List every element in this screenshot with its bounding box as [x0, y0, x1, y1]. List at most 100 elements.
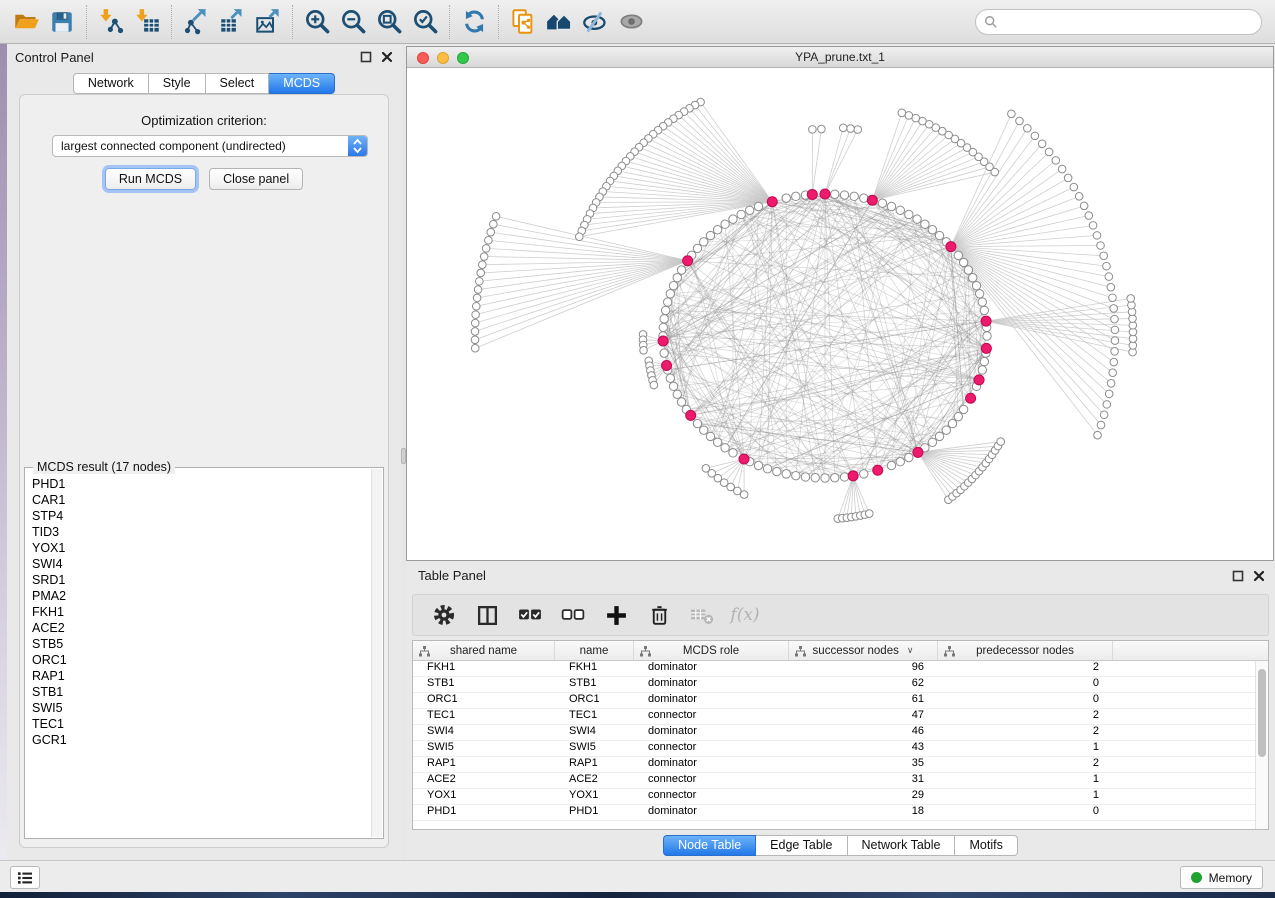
table-row[interactable]: ACE2ACE2connector311: [413, 773, 1268, 789]
tab-style[interactable]: Style: [149, 73, 206, 94]
run-mcds-button[interactable]: Run MCDS: [105, 168, 196, 190]
table-row[interactable]: RAP1RAP1dominator352: [413, 757, 1268, 773]
column-header-successor-nodes[interactable]: successor nodes∨: [789, 641, 938, 660]
zoom-fit-icon[interactable]: [371, 6, 407, 38]
column-header-predecessor-nodes[interactable]: predecessor nodes: [938, 641, 1113, 660]
export-network-icon[interactable]: [178, 6, 214, 38]
list-item[interactable]: SWI4: [32, 556, 371, 572]
list-item[interactable]: STP4: [32, 508, 371, 524]
table-row[interactable]: STB1STB1dominator620: [413, 677, 1268, 693]
close-window-icon[interactable]: [417, 52, 429, 64]
zoom-out-icon[interactable]: [335, 6, 371, 38]
optimization-criterion-select[interactable]: largest connected component (undirected): [52, 135, 368, 157]
float-table-panel-icon[interactable]: [1232, 570, 1244, 582]
list-item[interactable]: ACE2: [32, 620, 371, 636]
network-window-titlebar[interactable]: YPA_prune.txt_1: [407, 47, 1273, 68]
list-item[interactable]: RAP1: [32, 668, 371, 684]
desktop-wallpaper-bottom: [0, 892, 1275, 898]
result-scrollbar[interactable]: [371, 469, 382, 837]
show-all-icon[interactable]: [613, 6, 649, 38]
close-table-panel-icon[interactable]: [1253, 570, 1265, 582]
tab-node-table[interactable]: Node Table: [663, 835, 756, 856]
memory-button[interactable]: Memory: [1180, 866, 1263, 889]
list-item[interactable]: STB1: [32, 684, 371, 700]
function-builder-icon[interactable]: f(x): [732, 602, 758, 628]
task-history-button[interactable]: [10, 866, 40, 889]
list-item[interactable]: ORC1: [32, 652, 371, 668]
network-graph-canvas[interactable]: [407, 68, 1273, 560]
delete-column-icon[interactable]: [646, 602, 672, 628]
table-row[interactable]: SWI4SWI4dominator462: [413, 725, 1268, 741]
list-item[interactable]: YOX1: [32, 540, 371, 556]
list-item[interactable]: PMA2: [32, 588, 371, 604]
hide-selected-icon[interactable]: [577, 6, 613, 38]
table-row[interactable]: PHD1PHD1dominator180: [413, 805, 1268, 821]
main-toolbar: [0, 0, 1275, 44]
desktop-wallpaper-left: [0, 44, 7, 892]
list-item[interactable]: TID3: [32, 524, 371, 540]
column-header-name[interactable]: name: [555, 641, 634, 660]
search-input[interactable]: [975, 9, 1262, 35]
open-file-icon[interactable]: [8, 6, 44, 38]
tab-network-table[interactable]: Network Table: [848, 835, 956, 856]
close-panel-icon[interactable]: [381, 51, 393, 63]
table-scrollbar[interactable]: [1255, 661, 1268, 829]
memory-label: Memory: [1209, 871, 1252, 885]
delete-table-icon[interactable]: [689, 602, 715, 628]
create-column-icon[interactable]: [603, 602, 629, 628]
clone-network-icon[interactable]: [505, 6, 541, 38]
control-panel-title: Control Panel: [15, 50, 94, 65]
list-item[interactable]: CAR1: [32, 492, 371, 508]
minimize-window-icon[interactable]: [437, 52, 449, 64]
table-row[interactable]: YOX1YOX1connector291: [413, 789, 1268, 805]
zoom-selected-icon[interactable]: [407, 6, 443, 38]
export-image-icon[interactable]: [250, 6, 286, 38]
column-label: shared name: [450, 645, 517, 657]
toolbar-separator: [171, 5, 172, 39]
import-network-icon[interactable]: [93, 6, 129, 38]
export-table-icon[interactable]: [214, 6, 250, 38]
save-session-icon[interactable]: [44, 6, 80, 38]
table-header-row: shared name name MCDS role successor nod…: [413, 641, 1268, 661]
table-row[interactable]: FKH1FKH1dominator962: [413, 661, 1268, 677]
float-panel-icon[interactable]: [360, 51, 372, 63]
table-row[interactable]: SWI5SWI5connector431: [413, 741, 1268, 757]
column-header-filler: [1113, 641, 1268, 660]
list-item[interactable]: GCR1: [32, 732, 371, 748]
table-row[interactable]: ORC1ORC1dominator610: [413, 693, 1268, 709]
tab-select[interactable]: Select: [206, 73, 270, 94]
column-header-shared-name[interactable]: shared name: [413, 641, 555, 660]
table-panel-title: Table Panel: [418, 568, 486, 583]
list-item[interactable]: TEC1: [32, 716, 371, 732]
tab-edge-table[interactable]: Edge Table: [756, 835, 847, 856]
list-item[interactable]: PHD1: [32, 476, 371, 492]
optimization-criterion-value: largest connected component (undirected): [61, 139, 286, 153]
list-item[interactable]: SRD1: [32, 572, 371, 588]
fx-label: f(x): [730, 605, 759, 625]
tab-mcds[interactable]: MCDS: [269, 73, 335, 94]
import-table-icon[interactable]: [129, 6, 165, 38]
close-panel-button[interactable]: Close panel: [209, 168, 303, 190]
select-all-columns-icon[interactable]: [517, 602, 543, 628]
apply-layout-icon[interactable]: [456, 6, 492, 38]
toolbar-separator: [86, 5, 87, 39]
table-row[interactable]: TEC1TEC1connector472: [413, 709, 1268, 725]
column-header-mcds-role[interactable]: MCDS role: [634, 641, 789, 660]
network-window-title: YPA_prune.txt_1: [407, 47, 1273, 67]
first-neighbors-icon[interactable]: [541, 6, 577, 38]
maximize-window-icon[interactable]: [457, 52, 469, 64]
show-column-panel-icon[interactable]: [474, 602, 500, 628]
table-settings-gear-icon[interactable]: [431, 602, 457, 628]
tab-network[interactable]: Network: [73, 73, 149, 94]
toolbar-separator: [292, 5, 293, 39]
main-area: YPA_prune.txt_1 Table Panel f(x) shared …: [406, 44, 1275, 860]
mcds-result-list[interactable]: PHD1 CAR1 STP4 TID3 YOX1 SWI4 SRD1 PMA2 …: [32, 476, 371, 836]
list-item[interactable]: STB5: [32, 636, 371, 652]
list-item[interactable]: FKH1: [32, 604, 371, 620]
deselect-all-columns-icon[interactable]: [560, 602, 586, 628]
tab-motifs[interactable]: Motifs: [955, 835, 1017, 856]
zoom-in-icon[interactable]: [299, 6, 335, 38]
list-item[interactable]: SWI5: [32, 700, 371, 716]
table-scrollbar-thumb[interactable]: [1258, 669, 1266, 757]
table-panel: Table Panel f(x) shared name name MCDS r…: [406, 562, 1275, 860]
